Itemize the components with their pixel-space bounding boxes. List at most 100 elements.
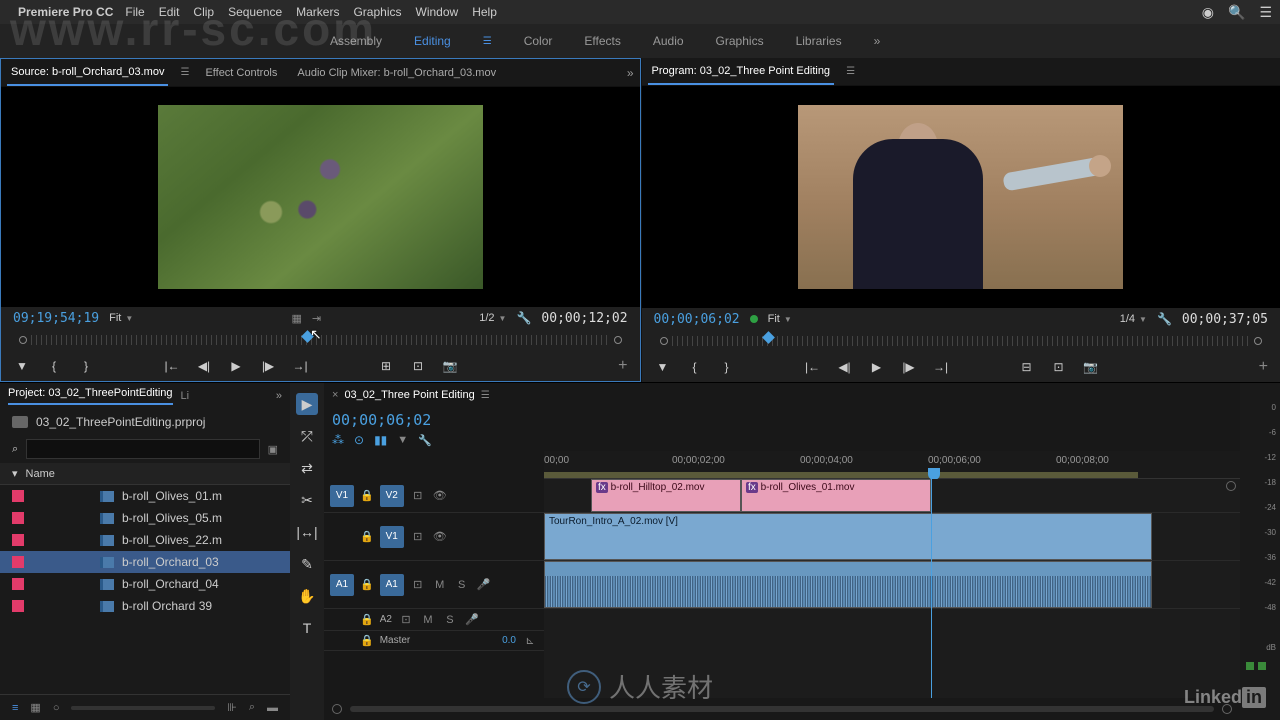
source-patch-empty[interactable] [330, 526, 354, 548]
find-icon[interactable]: ⌕ [249, 701, 255, 714]
step-fwd-icon[interactable]: |▶ [259, 357, 277, 375]
ws-assembly[interactable]: Assembly [330, 34, 382, 48]
search-input[interactable] [26, 439, 259, 459]
tab-effect-controls[interactable]: Effect Controls [201, 61, 281, 85]
slip-tool-icon[interactable]: |↔| [296, 521, 318, 543]
clip-hilltop[interactable]: fx b-roll_Hilltop_02.mov [591, 479, 741, 512]
export-frame-icon[interactable]: 📷 [441, 357, 459, 375]
zoom-in-handle[interactable] [1222, 704, 1232, 714]
drag-video-icon[interactable]: ⇥ [312, 312, 321, 325]
lock-icon[interactable]: 🔒 [360, 634, 374, 647]
track-label-a2[interactable]: A2 [380, 614, 392, 625]
ws-audio[interactable]: Audio [653, 34, 684, 48]
list-view-icon[interactable]: ≡ [12, 702, 18, 714]
timeline-timecode[interactable]: 00;00;06;02 [332, 411, 432, 429]
list-icon[interactable]: ☰ [1259, 4, 1272, 21]
track-header-master[interactable]: 🔒 Master 0.0 ⊾ [324, 631, 544, 651]
clip-olives[interactable]: fx b-roll_Olives_01.mov [741, 479, 931, 512]
extract-icon[interactable]: ⊡ [1050, 358, 1068, 376]
tab-overflow-icon[interactable]: » [627, 66, 634, 80]
menu-window[interactable]: Window [416, 5, 459, 19]
source-patch-empty[interactable] [330, 612, 354, 628]
overwrite-icon[interactable]: ⊡ [409, 357, 427, 375]
tab-program[interactable]: Program: 03_02_Three Point Editing [648, 59, 835, 85]
goto-in-icon[interactable]: |← [804, 358, 822, 376]
track-header-v2[interactable]: V1 🔒 V2 ⊡ 👁 [324, 479, 544, 513]
target-v2[interactable]: V2 [380, 485, 404, 507]
tab-source-menu-icon[interactable]: ☰ [180, 67, 189, 78]
step-back-icon[interactable]: ◀| [195, 357, 213, 375]
timeline-ruler[interactable]: 00;00 00;00;02;00 00;00;04;00 00;00;06;0… [544, 451, 1240, 479]
lock-icon[interactable]: 🔒 [360, 613, 374, 626]
ws-graphics[interactable]: Graphics [716, 34, 764, 48]
menu-graphics[interactable]: Graphics [353, 5, 401, 19]
step-back-icon[interactable]: ◀| [836, 358, 854, 376]
bin-row[interactable]: b-roll_Orchard_04 [0, 573, 290, 595]
program-resolution-dropdown[interactable]: 1/4▼ [1120, 313, 1147, 325]
ws-color[interactable]: Color [524, 34, 553, 48]
tab-project[interactable]: Project: 03_02_ThreePointEditing [8, 387, 173, 405]
add-marker-icon[interactable]: ▮▮ [374, 433, 387, 447]
program-zoom-dropdown[interactable]: Fit▼ [768, 313, 792, 325]
insert-icon[interactable]: ⊞ [377, 357, 395, 375]
column-name[interactable]: Name [26, 468, 55, 480]
tab-overflow-icon[interactable]: » [276, 390, 282, 402]
track-header-a2[interactable]: 🔒 A2 ⊡ M S 🎤 [324, 609, 544, 631]
mark-in-icon[interactable]: { [45, 357, 63, 375]
menu-clip[interactable]: Clip [193, 5, 214, 19]
program-timecode-out[interactable]: 00;00;37;05 [1182, 312, 1268, 327]
track-select-tool-icon[interactable]: ⤱ [296, 425, 318, 447]
playhead-line[interactable] [931, 479, 932, 698]
zoom-out-handle[interactable] [332, 704, 342, 714]
tab-libraries-truncated[interactable]: Li [181, 390, 190, 402]
play-icon[interactable]: ▶ [868, 358, 886, 376]
menu-markers[interactable]: Markers [296, 5, 339, 19]
razor-tool-icon[interactable]: ✂ [296, 489, 318, 511]
source-resolution-dropdown[interactable]: 1/2▼ [479, 312, 506, 324]
lock-icon[interactable]: 🔒 [360, 530, 374, 543]
menu-file[interactable]: File [125, 5, 144, 19]
tab-audio-mixer[interactable]: Audio Clip Mixer: b-roll_Orchard_03.mov [293, 61, 500, 85]
sync-lock-icon[interactable]: ⊡ [398, 613, 414, 626]
clip-intro-audio[interactable] [544, 561, 1152, 608]
menu-sequence[interactable]: Sequence [228, 5, 282, 19]
marker-icon[interactable]: ▼ [397, 434, 408, 446]
voiceover-icon[interactable]: 🎤 [464, 613, 480, 626]
sort-icon[interactable]: ⊪ [227, 701, 237, 714]
button-editor-icon[interactable]: + [1259, 358, 1268, 376]
work-area-bar[interactable] [544, 472, 1138, 478]
lift-icon[interactable]: ⊟ [1018, 358, 1036, 376]
goto-out-icon[interactable]: →| [932, 358, 950, 376]
pen-tool-icon[interactable]: ✎ [296, 553, 318, 575]
program-settings-icon[interactable]: 🔧 [1157, 312, 1172, 326]
add-marker-icon[interactable]: ▼ [654, 358, 672, 376]
target-a1[interactable]: A1 [380, 574, 404, 596]
menu-help[interactable]: Help [472, 5, 497, 19]
hand-tool-icon[interactable]: ✋ [296, 585, 318, 607]
type-tool-icon[interactable]: T [296, 617, 318, 639]
bin-row[interactable]: b-roll_Orchard_03 [0, 551, 290, 573]
collapse-icon[interactable]: ▾ [12, 467, 18, 480]
timeline-tab[interactable]: 03_02_Three Point Editing [344, 389, 474, 401]
ws-effects[interactable]: Effects [584, 34, 620, 48]
source-patch-a1[interactable]: A1 [330, 574, 354, 596]
ws-libraries[interactable]: Libraries [796, 34, 842, 48]
scrubber-end[interactable] [1254, 337, 1262, 345]
mark-out-icon[interactable]: } [77, 357, 95, 375]
master-value[interactable]: 0.0 [502, 635, 516, 646]
ws-overflow-icon[interactable]: » [874, 34, 881, 48]
solo-icon[interactable]: S [454, 579, 470, 591]
play-icon[interactable]: ▶ [227, 357, 245, 375]
icon-view-icon[interactable]: ▦ [30, 701, 40, 714]
target-v1[interactable]: V1 [380, 526, 404, 548]
solo-icon[interactable]: S [442, 614, 458, 626]
step-fwd-icon[interactable]: |▶ [900, 358, 918, 376]
meter-icon[interactable]: ⊾ [522, 634, 538, 647]
source-timecode-out[interactable]: 00;00;12;02 [541, 311, 627, 326]
search-icon[interactable]: ⌕ [12, 443, 18, 456]
scrubber-start[interactable] [19, 336, 27, 344]
source-monitor[interactable] [1, 87, 640, 307]
source-settings-icon[interactable]: 🔧 [516, 311, 531, 325]
lock-icon[interactable]: 🔒 [360, 578, 374, 591]
sync-lock-icon[interactable]: ⊡ [410, 530, 426, 543]
